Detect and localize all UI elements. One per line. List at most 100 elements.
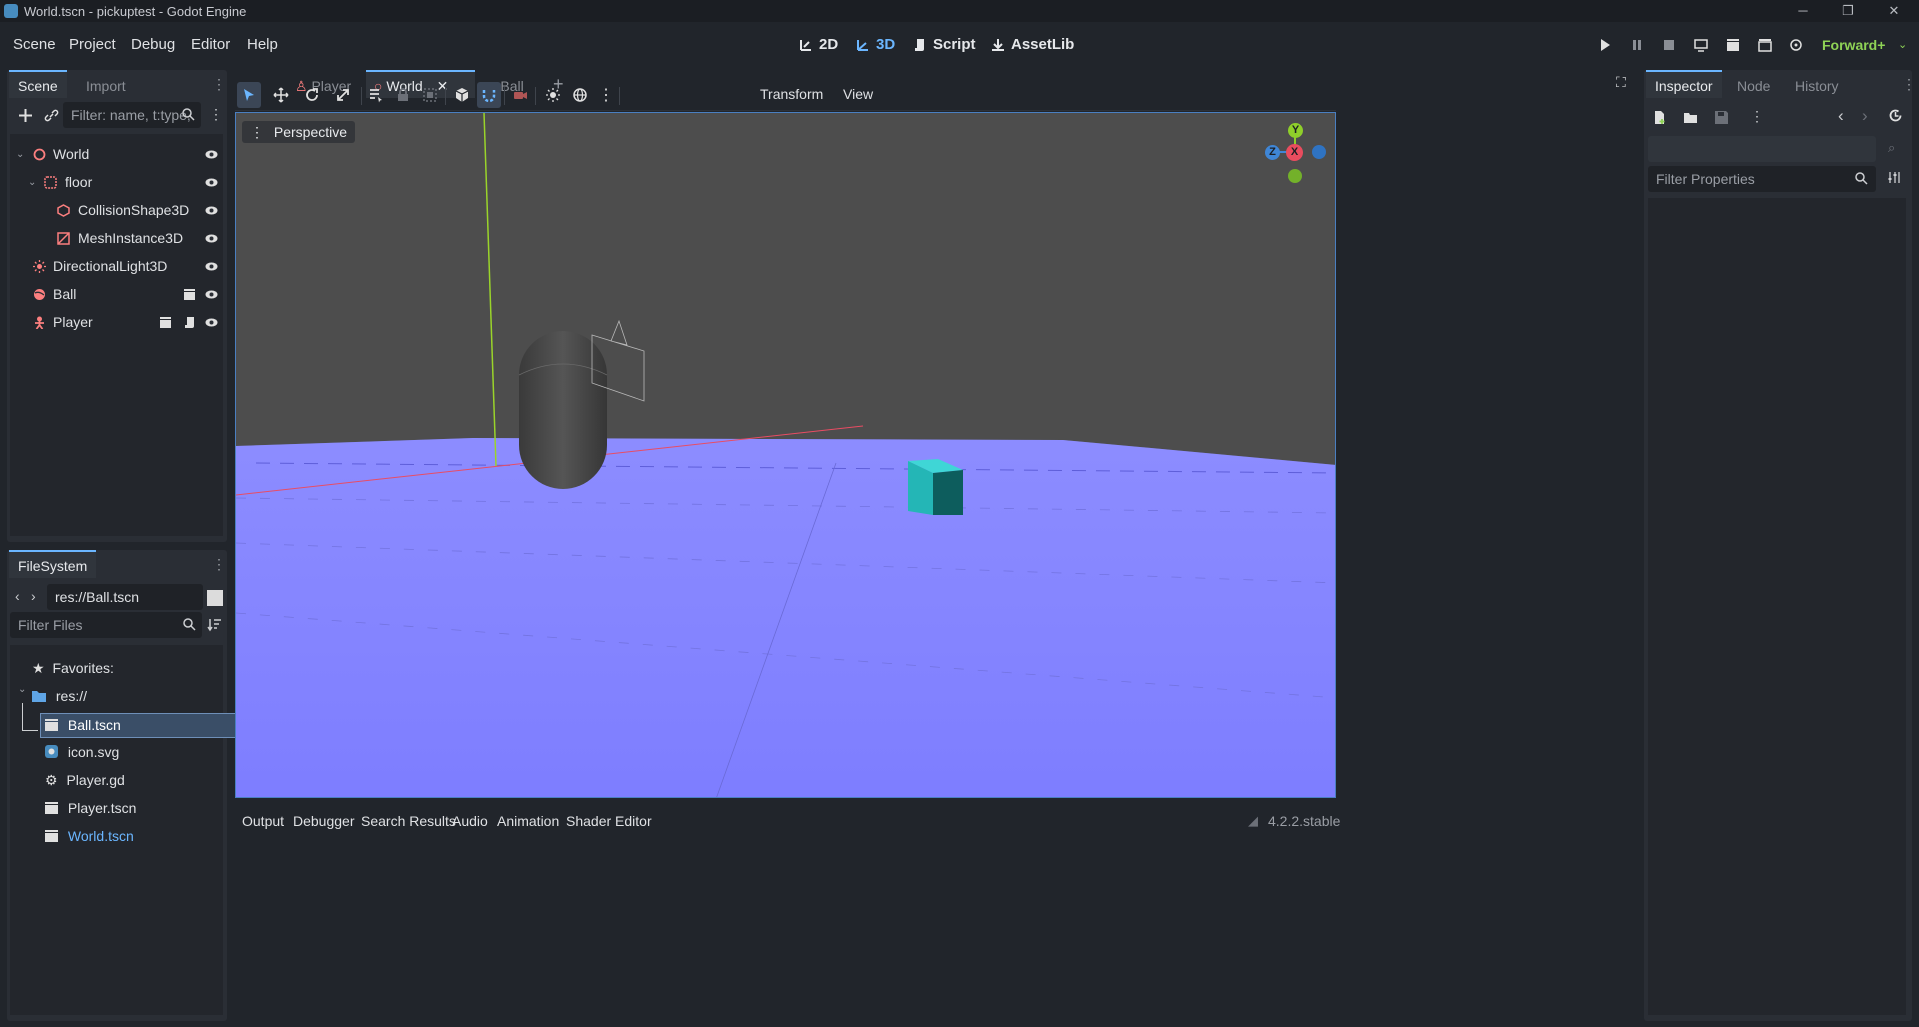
visibility-eye-icon[interactable] [205, 316, 218, 329]
tab-filesystem[interactable]: FileSystem [9, 550, 97, 578]
play-project-button[interactable] [1594, 35, 1616, 55]
tab-shader-editor[interactable]: Shader Editor [566, 813, 652, 829]
menu-debug[interactable]: Debug [131, 36, 175, 53]
close-window-button[interactable]: ✕ [1884, 2, 1904, 20]
expand-arrow-icon[interactable]: ⌄ [16, 143, 24, 166]
path-field[interactable]: res://Ball.tscn [47, 584, 203, 610]
workspace-script[interactable]: Script [912, 36, 976, 53]
gizmo-z-axis[interactable]: Z [1265, 145, 1280, 160]
open-in-editor-icon[interactable] [183, 288, 196, 301]
forward-arrow-icon[interactable]: › [31, 588, 36, 604]
rotate-mode-button[interactable] [300, 82, 324, 108]
play-current-scene-button[interactable] [1722, 35, 1744, 55]
minimize-button[interactable]: ─ [1793, 2, 1813, 20]
menu-project[interactable]: Project [69, 36, 116, 53]
lock-button[interactable] [391, 82, 415, 108]
fs-row-icon-svg[interactable]: icon.svg [45, 741, 119, 764]
tab-import[interactable]: Import [77, 72, 135, 100]
sun-preview-button[interactable] [541, 82, 565, 108]
view-menu[interactable]: View [843, 86, 873, 102]
workspace-2d[interactable]: 2D [798, 36, 838, 53]
split-mode-icon[interactable] [207, 590, 223, 606]
back-arrow-icon[interactable]: ‹ [1838, 106, 1844, 126]
chevron-down-icon[interactable]: ⌄ [1898, 38, 1907, 51]
fs-row-player-tscn[interactable]: Player.tscn [45, 797, 136, 820]
tree-row-meshinstance3d[interactable]: MeshInstance3D [10, 227, 226, 250]
more-options-icon[interactable]: ⋮ [594, 82, 618, 108]
tab-history[interactable]: History [1786, 72, 1848, 100]
tab-audio[interactable]: Audio [452, 813, 488, 829]
transform-menu[interactable]: Transform [760, 86, 823, 102]
tab-output[interactable]: Output [242, 813, 284, 829]
menu-help[interactable]: Help [247, 36, 278, 53]
list-select-button[interactable] [364, 82, 388, 108]
tab-debugger[interactable]: Debugger [293, 813, 355, 829]
tab-node[interactable]: Node [1728, 72, 1779, 100]
forward-arrow-icon[interactable]: › [1862, 106, 1868, 126]
environment-preview-button[interactable] [568, 82, 592, 108]
snap-button[interactable] [477, 82, 501, 108]
preview-camera-button[interactable] [508, 82, 532, 108]
visibility-eye-icon[interactable] [205, 288, 218, 301]
distraction-free-icon[interactable]: ⛶ [1616, 74, 1626, 91]
visibility-eye-icon[interactable] [205, 232, 218, 245]
tab-search-results[interactable]: Search Results [361, 813, 456, 829]
visibility-eye-icon[interactable] [205, 204, 218, 217]
perspective-menu[interactable]: ⋮ Perspective [242, 121, 356, 143]
doc-search-icon[interactable]: ⌕ [1888, 140, 1895, 156]
dock-menu-icon[interactable]: ⋮ [212, 556, 226, 573]
save-resource-button[interactable] [1710, 106, 1732, 128]
dock-menu-icon[interactable]: ⋮ [212, 76, 226, 93]
fs-row-player-gd[interactable]: ⚙ Player.gd [45, 769, 125, 792]
tree-row-world[interactable]: ⌄ World [10, 143, 226, 166]
resource-menu-icon[interactable]: ⋮ [1750, 108, 1764, 125]
move-mode-button[interactable] [269, 82, 293, 108]
tree-row-floor[interactable]: ⌄ floor [10, 171, 226, 194]
tree-row-player[interactable]: Player [10, 311, 226, 334]
tab-animation[interactable]: Animation [497, 813, 559, 829]
remote-deploy-button[interactable] [1690, 35, 1712, 55]
stop-button[interactable] [1658, 35, 1680, 55]
scene-filter-menu-icon[interactable]: ⋮ [209, 106, 223, 123]
scale-mode-button[interactable] [331, 82, 355, 108]
3d-viewport[interactable]: ⋮ Perspective Y Z X [235, 112, 1336, 798]
fs-row-res[interactable]: res:// [32, 685, 87, 708]
dock-menu-icon[interactable]: ⋮ [1902, 76, 1916, 93]
play-custom-scene-button[interactable] [1754, 35, 1776, 55]
expand-arrow-icon[interactable]: ⌄ [18, 684, 26, 695]
tree-row-collisionshape3d[interactable]: CollisionShape3D [10, 199, 226, 222]
tree-row-directionallight3d[interactable]: DirectionalLight3D [10, 255, 226, 278]
tab-inspector[interactable]: Inspector [1646, 70, 1722, 98]
gizmo-y-axis[interactable]: Y [1288, 123, 1303, 138]
gizmo-x-axis[interactable]: X [1286, 144, 1303, 161]
workspace-assetlib[interactable]: AssetLib [990, 36, 1074, 53]
load-resource-button[interactable] [1679, 106, 1701, 128]
inspector-options-icon[interactable] [1887, 170, 1902, 188]
workspace-3d[interactable]: 3D [855, 36, 895, 53]
maximize-button[interactable]: ❐ [1838, 2, 1858, 20]
group-button[interactable] [418, 82, 442, 108]
pin-icon[interactable]: ◢ [1248, 813, 1258, 829]
movie-maker-button[interactable] [1786, 35, 1808, 55]
visibility-eye-icon[interactable] [205, 148, 218, 161]
back-arrow-icon[interactable]: ‹ [15, 588, 20, 604]
fs-row-favorites[interactable]: ★ Favorites: [32, 657, 114, 680]
open-in-editor-icon[interactable] [159, 316, 172, 329]
menu-scene[interactable]: Scene [13, 36, 56, 53]
instance-scene-button[interactable] [40, 104, 62, 126]
sort-icon[interactable] [207, 617, 222, 635]
select-mode-button[interactable] [237, 82, 261, 108]
local-space-button[interactable] [450, 82, 474, 108]
script-icon[interactable] [183, 316, 196, 329]
fs-row-world-tscn[interactable]: World.tscn [45, 825, 134, 848]
tree-row-ball[interactable]: Ball [10, 283, 226, 306]
expand-arrow-icon[interactable]: ⌄ [28, 171, 36, 194]
visibility-eye-icon[interactable] [205, 260, 218, 273]
menu-editor[interactable]: Editor [191, 36, 230, 53]
tab-scene[interactable]: Scene [9, 70, 67, 98]
add-node-button[interactable] [14, 104, 36, 126]
history-icon[interactable] [1888, 108, 1903, 126]
pause-button[interactable] [1626, 35, 1648, 55]
renderer-selector[interactable]: Forward+ [1822, 37, 1885, 53]
new-resource-button[interactable] [1648, 106, 1670, 128]
